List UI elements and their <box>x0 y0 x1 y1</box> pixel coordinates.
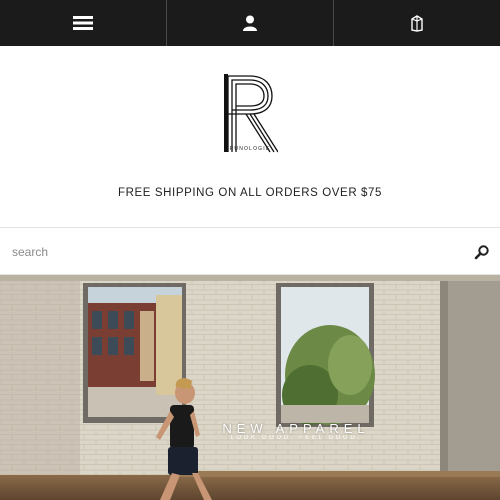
brand-wordmark: RUNOLOGIE <box>229 146 271 152</box>
search-bar <box>0 229 500 275</box>
brand-logo <box>224 74 278 153</box>
user-icon <box>243 15 257 31</box>
shipping-promo-text: FREE SHIPPING ON ALL ORDERS OVER $75 <box>117 187 383 199</box>
cart-button[interactable] <box>334 0 500 46</box>
search-input[interactable] <box>0 229 470 274</box>
hero-title: NEW APPAREL <box>222 421 370 436</box>
hero-background-image <box>0 275 500 500</box>
cart-icon <box>411 15 423 32</box>
menu-icon <box>73 16 93 30</box>
top-nav-bar <box>0 0 500 46</box>
hero-banner[interactable]: NEW APPAREL LOOK GOOD. FEEL GOOD. <box>0 275 500 500</box>
header-brand-area: RUNOLOGIE FREE SHIPPING ON ALL ORDERS OV… <box>0 46 500 228</box>
account-button[interactable] <box>167 0 334 46</box>
menu-button[interactable] <box>0 0 167 46</box>
hero-subtitle: LOOK GOOD. FEEL GOOD. <box>230 435 362 441</box>
hero-caption: NEW APPAREL LOOK GOOD. FEEL GOOD. <box>206 421 386 441</box>
search-icon[interactable] <box>474 244 490 260</box>
